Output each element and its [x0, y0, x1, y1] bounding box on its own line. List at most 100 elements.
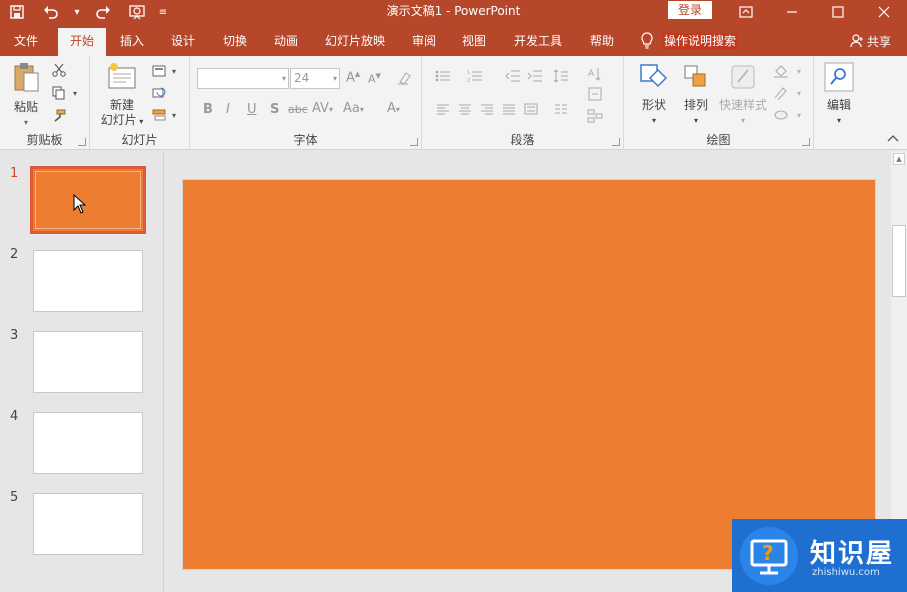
paste-label: 粘贴	[13, 100, 38, 114]
tell-me-search[interactable]: 操作说明搜索	[640, 28, 739, 54]
font-color-icon[interactable]: A▾	[387, 101, 400, 116]
tab-design[interactable]: 设计	[161, 28, 205, 56]
share-button[interactable]: 共享	[850, 30, 891, 52]
scroll-up-icon[interactable]: ▲	[893, 153, 905, 165]
slide-number-5: 5	[10, 490, 19, 505]
collapse-ribbon-icon[interactable]	[884, 130, 902, 146]
minimize-icon[interactable]	[769, 0, 815, 24]
increase-font-size-icon[interactable]: A▲	[346, 70, 360, 85]
maximize-icon[interactable]	[815, 0, 861, 24]
tab-insert[interactable]: 插入	[110, 28, 154, 56]
shape-outline-dropdown-icon[interactable]: ▾	[790, 85, 808, 101]
text-direction-icon[interactable]: A	[586, 66, 604, 82]
paragraph-launcher-icon[interactable]	[612, 138, 620, 146]
tab-review[interactable]: 审阅	[402, 28, 446, 56]
line-spacing-icon[interactable]	[552, 68, 570, 84]
tab-view[interactable]: 视图	[452, 28, 496, 56]
strikethrough-icon[interactable]: abc	[288, 103, 308, 116]
copy-dropdown-icon[interactable]: ▾	[66, 85, 84, 101]
font-group: ▾ 24 ▾ A▲ A▼ B I U S abc AV▾ Aa▾ A▾ 字体	[190, 56, 422, 150]
italic-icon[interactable]: I	[226, 102, 230, 117]
tab-slideshow[interactable]: 幻灯片放映	[320, 28, 390, 56]
change-case-icon[interactable]: Aa▾	[343, 101, 364, 116]
editing-button[interactable]: 编辑 ▾	[822, 62, 856, 128]
layout-dropdown-icon[interactable]: ▾	[165, 63, 183, 79]
section-dropdown-icon[interactable]: ▾	[165, 107, 183, 123]
quick-styles-icon	[731, 65, 755, 89]
watermark-title: 知识屋	[810, 539, 895, 569]
shape-effects-dropdown-icon[interactable]: ▾	[790, 107, 808, 123]
font-size-combo[interactable]: 24 ▾	[290, 68, 340, 89]
slide-thumbnail-2[interactable]	[33, 250, 143, 312]
justify-icon[interactable]	[500, 101, 518, 117]
shapes-icon	[640, 64, 668, 88]
bullets-icon[interactable]	[434, 68, 452, 84]
numbering-icon[interactable]: 12	[466, 68, 484, 84]
underline-icon[interactable]: U	[247, 102, 257, 117]
svg-text:?: ?	[762, 541, 774, 565]
character-spacing-icon[interactable]: AV▾	[312, 101, 333, 116]
tab-transitions[interactable]: 切换	[213, 28, 257, 56]
undo-icon[interactable]	[34, 0, 68, 24]
decrease-indent-icon[interactable]	[504, 68, 522, 84]
slide-number-1: 1	[10, 166, 19, 181]
tab-animations[interactable]: 动画	[264, 28, 308, 56]
font-name-combo[interactable]: ▾	[197, 68, 289, 89]
increase-indent-icon[interactable]	[526, 68, 544, 84]
shadow-icon[interactable]: S	[270, 102, 279, 117]
shapes-button[interactable]: 形状 ▾	[634, 62, 674, 128]
title-bar: ▾ ≡ 演示文稿1 - PowerPoint 登录	[0, 0, 907, 24]
format-painter-icon[interactable]	[50, 108, 68, 124]
slide-number-3: 3	[10, 328, 19, 343]
ribbon-display-options-icon[interactable]	[723, 0, 769, 24]
new-slide-button[interactable]: 新建 幻灯片 ▾	[96, 62, 148, 129]
bold-icon[interactable]: B	[203, 102, 213, 117]
scrollbar-thumb[interactable]	[892, 225, 906, 297]
undo-dropdown-icon[interactable]: ▾	[68, 0, 86, 24]
paste-button[interactable]: 粘贴 ▾	[8, 62, 44, 130]
font-size-dropdown-icon[interactable]: ▾	[333, 69, 337, 88]
start-from-beginning-icon[interactable]	[120, 0, 154, 24]
columns-icon[interactable]	[552, 101, 570, 117]
font-name-dropdown-icon[interactable]: ▾	[282, 69, 286, 88]
shape-effects-icon[interactable]	[772, 107, 790, 123]
slide-thumbnail-1[interactable]	[30, 166, 146, 234]
current-slide-canvas[interactable]	[182, 179, 876, 570]
clipboard-launcher-icon[interactable]	[78, 138, 86, 146]
redo-icon[interactable]	[86, 0, 120, 24]
arrange-button[interactable]: 排列 ▾	[676, 62, 716, 128]
person-icon	[850, 34, 863, 48]
clear-formatting-icon[interactable]	[396, 70, 412, 90]
tab-help[interactable]: 帮助	[580, 28, 624, 56]
question-monitor-icon: ?	[740, 527, 798, 585]
align-center-icon[interactable]	[456, 101, 474, 117]
tab-home[interactable]: 开始	[58, 28, 106, 56]
login-button[interactable]: 登录	[668, 1, 712, 19]
slide-thumbnail-3[interactable]	[33, 331, 143, 393]
slide-thumbnail-5[interactable]	[33, 493, 143, 555]
align-left-icon[interactable]	[434, 101, 452, 117]
shape-outline-icon[interactable]	[772, 85, 790, 101]
font-launcher-icon[interactable]	[410, 138, 418, 146]
save-icon[interactable]	[0, 0, 34, 24]
distributed-icon[interactable]	[522, 101, 540, 117]
paragraph-group: 12 A 段落	[422, 56, 624, 150]
align-right-icon[interactable]	[478, 101, 496, 117]
reset-slide-icon[interactable]	[150, 85, 168, 101]
drawing-launcher-icon[interactable]	[802, 138, 810, 146]
align-text-icon[interactable]	[586, 86, 604, 102]
customize-qat-icon[interactable]: ≡	[154, 0, 172, 24]
cut-icon[interactable]	[50, 62, 68, 78]
tab-file[interactable]: 文件	[4, 28, 48, 56]
convert-to-smartart-icon[interactable]	[586, 108, 604, 124]
shape-fill-dropdown-icon[interactable]: ▾	[790, 63, 808, 79]
slide-thumbnail-4[interactable]	[33, 412, 143, 474]
close-icon[interactable]	[861, 0, 907, 24]
decrease-font-size-icon[interactable]: A▼	[368, 72, 381, 86]
shape-fill-icon[interactable]	[772, 63, 790, 79]
quick-styles-button[interactable]: 快速样式 ▾	[718, 62, 768, 128]
paste-icon	[14, 63, 39, 92]
quick-access-toolbar: ▾ ≡	[0, 0, 172, 24]
tab-developer[interactable]: 开发工具	[508, 28, 568, 56]
slides-group: 新建 幻灯片 ▾ ▾ ▾ 幻灯片	[90, 56, 190, 150]
